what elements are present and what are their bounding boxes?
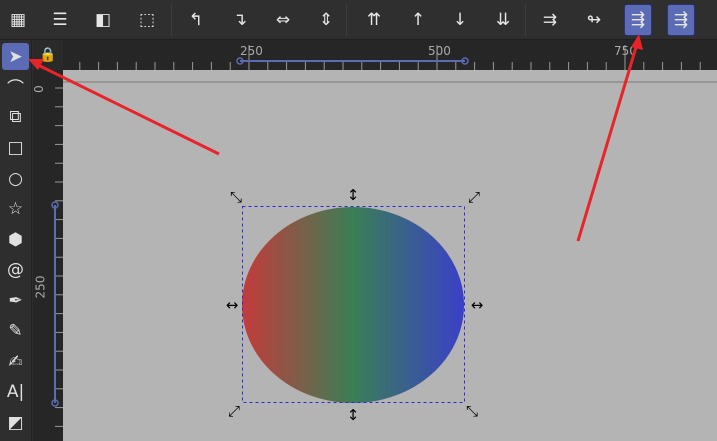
lock-guides-button[interactable]: 🔒 [33, 40, 63, 70]
rotate-cw-icon: ↴ [232, 10, 248, 30]
transform-gradients-icon: ⇶ [630, 10, 646, 30]
transform-patterns-button[interactable]: ⇶ [667, 4, 695, 36]
rotate-ccw-icon: ↰ [188, 10, 204, 30]
scale-handle-nw[interactable]: ⤡ [230, 188, 242, 206]
ungroup-icon: ☰ [52, 10, 68, 30]
scale-handle-w[interactable]: ↔ [226, 296, 239, 314]
calligraphy-tool[interactable]: ✍ [2, 348, 29, 375]
lower-icon: ↓ [452, 10, 468, 30]
rotate-ccw-button[interactable]: ↰ [182, 4, 210, 36]
scale-handle-ne[interactable]: ⤢ [468, 188, 481, 206]
pen-tool[interactable]: ✒ [2, 287, 29, 314]
calligraphy-icon: ✍ [8, 351, 23, 372]
horizontal-ruler[interactable]: 250 500 750 [63, 40, 717, 70]
scale-stroke-icon: ⇉ [542, 10, 558, 30]
selector-tool[interactable]: ➤ [2, 43, 29, 70]
overflow-button[interactable]: › [705, 4, 717, 36]
selector-icon: ➤ [8, 46, 23, 67]
scale-handle-n[interactable]: ↕ [347, 186, 360, 204]
scale-corners-button[interactable]: ↬ [580, 4, 608, 36]
flip-vertical-button[interactable]: ⇕ [312, 4, 340, 36]
separator [346, 4, 347, 36]
group-button[interactable]: ▦ [4, 4, 32, 36]
text-icon: A| [6, 381, 25, 402]
raise-button[interactable]: ↑ [404, 4, 432, 36]
raise-to-top-button[interactable]: ⇈ [360, 4, 388, 36]
lock-icon: 🔒 [39, 47, 57, 63]
gradient-tool[interactable]: ◩ [2, 409, 29, 436]
clip-button[interactable]: ◧ [89, 4, 117, 36]
pop-selection-button[interactable]: ⬚ [133, 4, 161, 36]
lower-to-bottom-button[interactable]: ⇊ [489, 4, 517, 36]
ellipse-tool[interactable]: ○ [2, 165, 29, 192]
spiral-icon: @ [7, 259, 24, 280]
flip-horizontal-icon: ⇔ [275, 10, 291, 30]
pen-icon: ✒ [8, 290, 23, 311]
gradient-ellipse[interactable] [242, 207, 464, 403]
raise-to-top-icon: ⇈ [366, 10, 382, 30]
ungroup-button[interactable]: ☰ [46, 4, 74, 36]
rotate-cw-button[interactable]: ↴ [226, 4, 254, 36]
transform-patterns-icon: ⇶ [673, 10, 689, 30]
rectangle-icon: □ [7, 137, 24, 158]
group-icon: ▦ [9, 10, 27, 30]
flip-vertical-icon: ⇕ [318, 10, 334, 30]
spiral-tool[interactable]: @ [2, 256, 29, 283]
pop-selection-icon: ⬚ [138, 10, 156, 30]
lower-to-bottom-icon: ⇊ [495, 10, 511, 30]
node-tool[interactable]: ⌒ [2, 73, 29, 100]
toolbox: ➤ ⌒ ⧉ □ ○ ☆ ⬢ @ ✒ ✎ ✍ A| ◩ [0, 40, 32, 441]
rectangle-tool[interactable]: □ [2, 134, 29, 161]
scale-handle-e[interactable]: ↔ [471, 296, 484, 314]
flip-horizontal-button[interactable]: ⇔ [269, 4, 297, 36]
scale-handle-s[interactable]: ↕ [347, 406, 360, 424]
gradient-icon: ◩ [7, 412, 24, 433]
ruler-ticks [51, 87, 63, 427]
shape-builder-icon: ⧉ [9, 106, 22, 127]
scale-handle-se[interactable]: ⤡ [466, 402, 478, 420]
transform-gradients-button[interactable]: ⇶ [624, 4, 652, 36]
star-icon: ☆ [7, 198, 24, 219]
pencil-tool[interactable]: ✎ [2, 317, 29, 344]
canvas[interactable]: ⤡ ↕ ⤢ ↔ ↔ ⤢ ↕ ⤡ [63, 70, 717, 441]
scale-corners-icon: ↬ [586, 10, 602, 30]
3d-box-icon: ⬢ [8, 229, 23, 250]
clip-icon: ◧ [94, 10, 112, 30]
3d-box-tool[interactable]: ⬢ [2, 226, 29, 253]
separator [171, 4, 172, 36]
node-icon: ⌒ [7, 79, 24, 99]
ellipse-icon: ○ [8, 168, 23, 189]
vertical-ruler[interactable]: 0 250 [32, 70, 63, 441]
star-tool[interactable]: ☆ [2, 195, 29, 222]
text-tool[interactable]: A| [2, 378, 29, 405]
ruler-ticks [79, 45, 701, 70]
lower-button[interactable]: ↓ [446, 4, 474, 36]
scale-handle-sw[interactable]: ⤢ [228, 402, 241, 420]
shape-builder-tool[interactable]: ⧉ [2, 103, 29, 130]
raise-icon: ↑ [410, 10, 426, 30]
separator [525, 4, 526, 36]
scale-stroke-button[interactable]: ⇉ [536, 4, 564, 36]
pencil-icon: ✎ [8, 320, 23, 341]
commands-toolbar: ▦ ☰ ◧ ⬚ ↰ ↴ ⇔ ⇕ ⇈ ↑ ↓ ⇊ ⇉ ↬ ⇶ ⇶ › [0, 0, 717, 40]
